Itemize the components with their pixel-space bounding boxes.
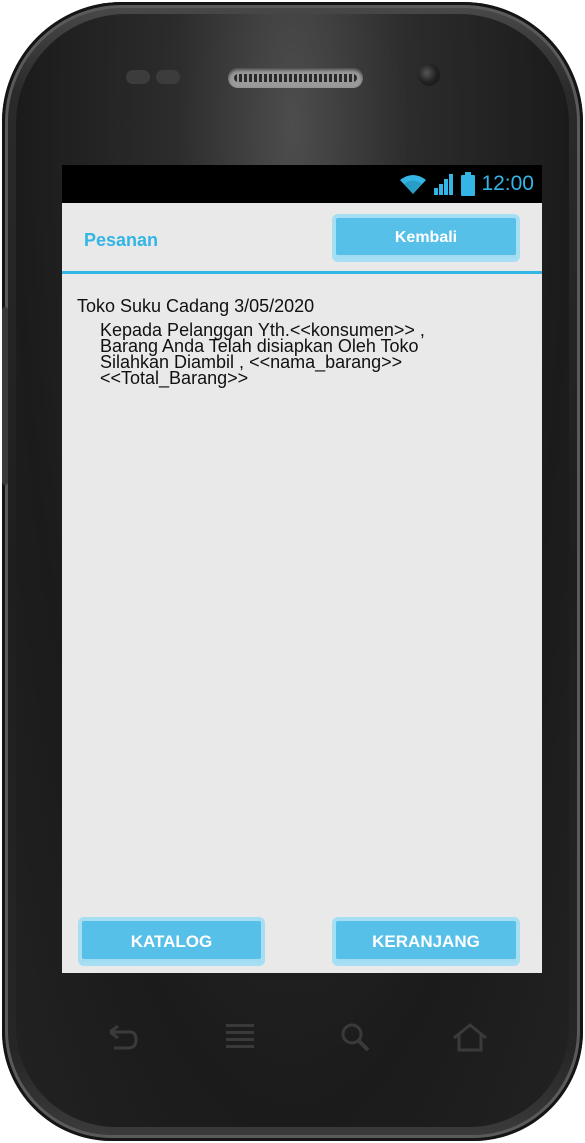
menu-icon[interactable] <box>220 1020 260 1054</box>
volume-button <box>2 307 8 485</box>
page-title: Pesanan <box>84 230 159 250</box>
app-screen: 12:00 Pesanan Kembali Toko Suku Cadang 3… <box>62 165 542 973</box>
catalog-button[interactable]: KATALOG <box>78 917 265 966</box>
phone-frame: 12:00 Pesanan Kembali Toko Suku Cadang 3… <box>2 2 583 1141</box>
store-title: Toko Suku Cadang 3/05/2020 <box>77 296 315 316</box>
signal-icon <box>434 174 454 195</box>
status-bar: 12:00 <box>62 165 542 203</box>
front-camera <box>418 64 440 86</box>
back-button[interactable]: Kembali <box>332 214 520 262</box>
earpiece-speaker <box>228 68 363 88</box>
message-line: <<Total_Barang>> <box>100 368 249 388</box>
order-message: Kepada Pelanggan Yth.<<konsumen>> , Bara… <box>100 321 520 388</box>
home-icon[interactable] <box>450 1020 490 1054</box>
clock: 12:00 <box>481 172 534 195</box>
proximity-sensor <box>126 70 150 84</box>
device-nav-bar <box>62 1012 542 1062</box>
wifi-icon <box>400 175 427 194</box>
header-divider <box>62 271 542 274</box>
light-sensor <box>156 70 180 84</box>
back-icon[interactable] <box>102 1020 142 1054</box>
search-icon[interactable] <box>336 1020 376 1054</box>
battery-icon <box>461 172 476 196</box>
cart-button[interactable]: KERANJANG <box>332 917 520 966</box>
